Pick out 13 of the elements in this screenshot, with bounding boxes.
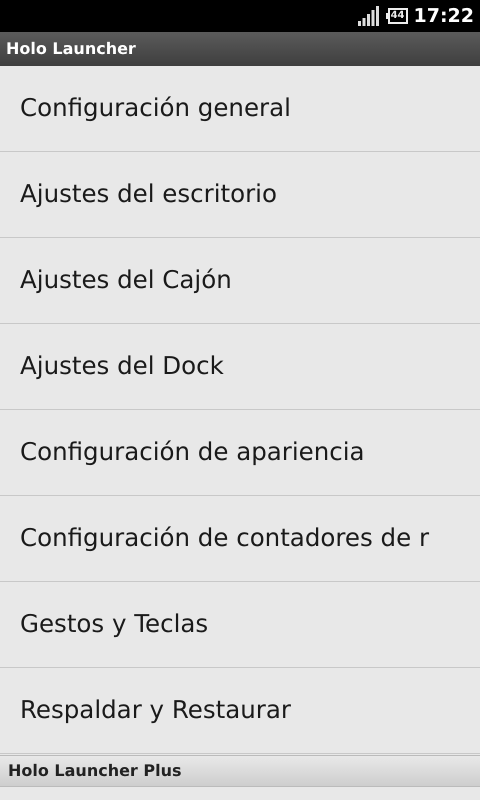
battery-indicator: 44 xyxy=(386,8,408,24)
settings-item[interactable]: Gestos y Teclas xyxy=(0,582,480,668)
settings-item[interactable]: Respaldar y Restaurar xyxy=(0,668,480,754)
settings-item[interactable]: Configuración de contadores de r xyxy=(0,496,480,582)
settings-item[interactable]: Ajustes del escritorio xyxy=(0,152,480,238)
section-title: Holo Launcher Plus xyxy=(8,760,182,782)
signal-icon xyxy=(358,6,380,26)
settings-item[interactable]: Configuración de apariencia xyxy=(0,410,480,496)
window-title: Holo Launcher xyxy=(6,38,136,60)
settings-item[interactable]: Ajustes del Cajón xyxy=(0,238,480,324)
settings-item[interactable]: Configuración general xyxy=(0,66,480,152)
settings-item[interactable]: Ajustes del Dock xyxy=(0,324,480,410)
clock: 17:22 xyxy=(414,4,474,29)
